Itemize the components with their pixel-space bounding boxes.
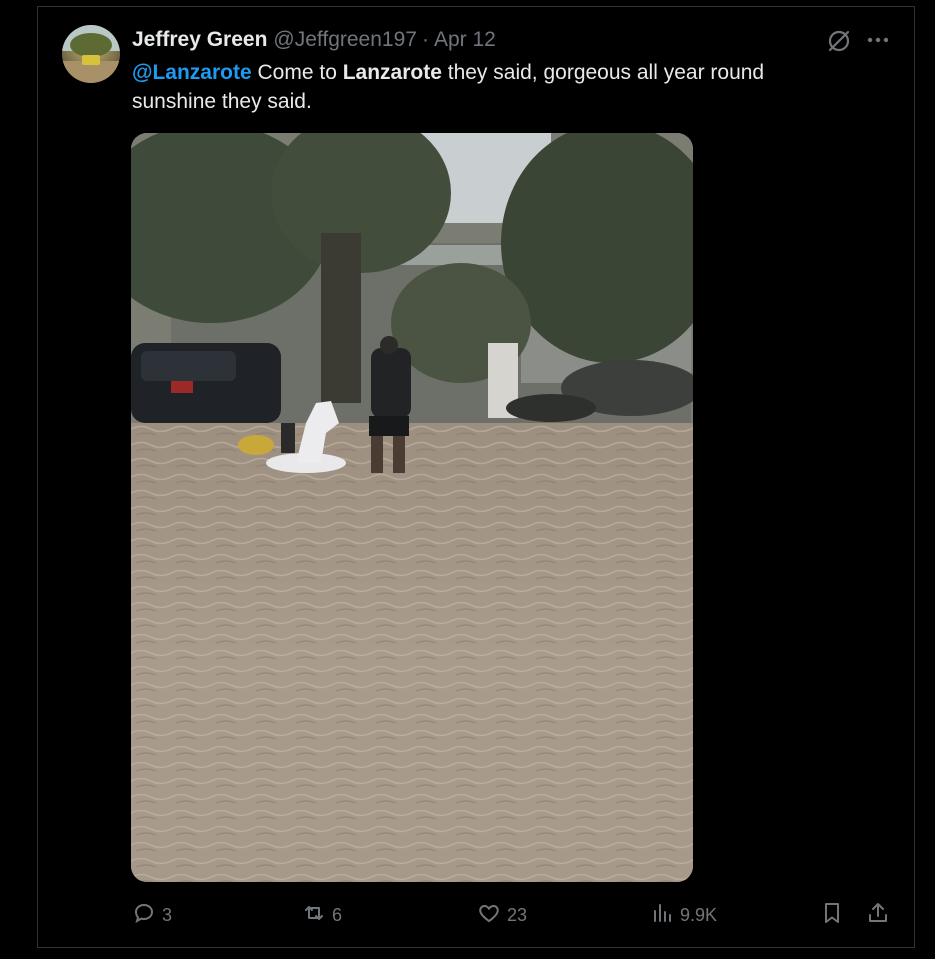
- reply-button[interactable]: 3: [132, 900, 172, 930]
- author-handle[interactable]: @Jeffgreen197: [273, 28, 417, 52]
- tweet-actions: 3 6 23 9.9K: [132, 900, 892, 930]
- views-icon: [650, 901, 674, 930]
- repost-icon: [302, 901, 326, 930]
- heart-icon: [477, 901, 501, 930]
- more-icon[interactable]: [864, 30, 892, 50]
- bookmark-button[interactable]: [820, 900, 844, 930]
- like-count: 23: [507, 904, 528, 925]
- bookmark-icon: [820, 901, 844, 930]
- author-avatar[interactable]: [62, 25, 120, 83]
- views-button[interactable]: 9.9K: [650, 900, 717, 930]
- repost-button[interactable]: 6: [302, 900, 342, 930]
- avatar-vehicle: [82, 55, 100, 65]
- reply-count: 3: [162, 904, 173, 925]
- tweet-date[interactable]: Apr 12: [434, 28, 496, 52]
- tweet-text-part: Come to: [251, 61, 343, 84]
- views-count: 9.9K: [680, 904, 718, 925]
- author-display-name[interactable]: Jeffrey Green: [132, 28, 267, 52]
- flood-photo: [131, 133, 693, 882]
- tweet-bold-word: Lanzarote: [342, 61, 442, 84]
- like-button[interactable]: 23: [477, 900, 527, 930]
- reply-icon: [132, 901, 156, 930]
- avatar-tree: [70, 33, 112, 57]
- share-button[interactable]: [866, 900, 890, 930]
- tweet-text: @Lanzarote Come to Lanzarote they said, …: [132, 58, 812, 116]
- header-separator: ·: [421, 28, 429, 51]
- mention-link[interactable]: @Lanzarote: [132, 61, 252, 84]
- grok-icon[interactable]: [826, 28, 852, 54]
- tweet-media-image[interactable]: [131, 133, 693, 882]
- repost-count: 6: [332, 904, 343, 925]
- tweet-header: Jeffrey Green @Jeffgreen197 · Apr 12: [132, 27, 496, 53]
- share-icon: [866, 901, 890, 930]
